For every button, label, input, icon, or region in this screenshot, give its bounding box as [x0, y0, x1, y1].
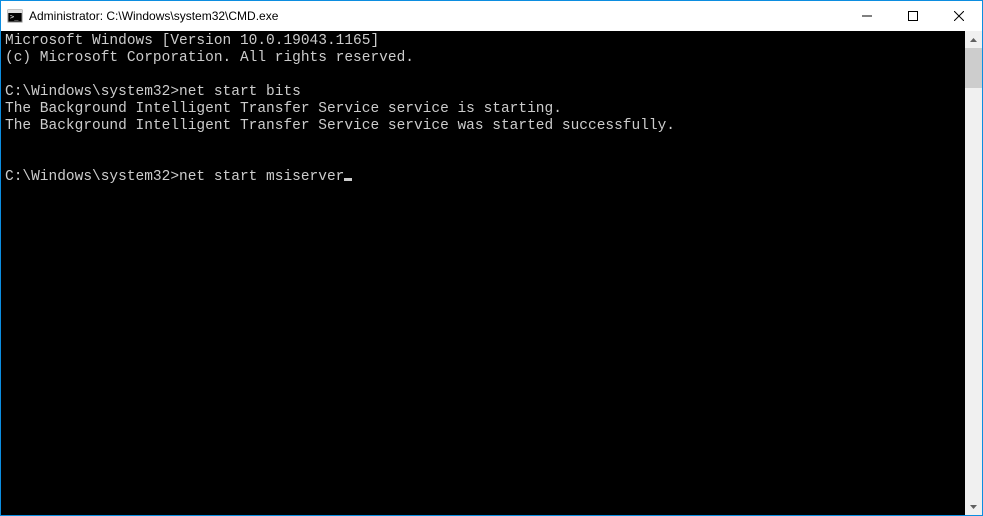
copyright-line: (c) Microsoft Corporation. All rights re…: [5, 50, 414, 66]
window-controls: [844, 1, 982, 31]
command-text: net start bits: [179, 84, 301, 100]
prompt-line-1: C:\Windows\system32>net start bits: [5, 84, 301, 100]
command-text: net start msiserver: [179, 169, 344, 185]
output-line: The Background Intelligent Transfer Serv…: [5, 101, 562, 117]
cursor: [344, 178, 352, 181]
output-line: The Background Intelligent Transfer Serv…: [5, 118, 675, 134]
window-title: Administrator: C:\Windows\system32\CMD.e…: [29, 9, 844, 23]
cmd-icon: >_: [7, 8, 23, 24]
prompt-path: C:\Windows\system32>: [5, 169, 179, 185]
titlebar[interactable]: >_ Administrator: C:\Windows\system32\CM…: [1, 1, 982, 31]
close-button[interactable]: [936, 1, 982, 31]
scroll-up-arrow[interactable]: [965, 31, 982, 48]
version-line: Microsoft Windows [Version 10.0.19043.11…: [5, 33, 379, 49]
terminal-area: Microsoft Windows [Version 10.0.19043.11…: [1, 31, 982, 515]
svg-text:>_: >_: [10, 13, 19, 21]
prompt-line-2: C:\Windows\system32>net start msiserver: [5, 169, 352, 185]
scroll-thumb[interactable]: [965, 48, 982, 88]
scroll-down-arrow[interactable]: [965, 498, 982, 515]
vertical-scrollbar[interactable]: [965, 31, 982, 515]
maximize-button[interactable]: [890, 1, 936, 31]
cmd-window: >_ Administrator: C:\Windows\system32\CM…: [0, 0, 983, 516]
prompt-path: C:\Windows\system32>: [5, 84, 179, 100]
scroll-track[interactable]: [965, 48, 982, 498]
terminal-output[interactable]: Microsoft Windows [Version 10.0.19043.11…: [1, 31, 965, 515]
minimize-button[interactable]: [844, 1, 890, 31]
